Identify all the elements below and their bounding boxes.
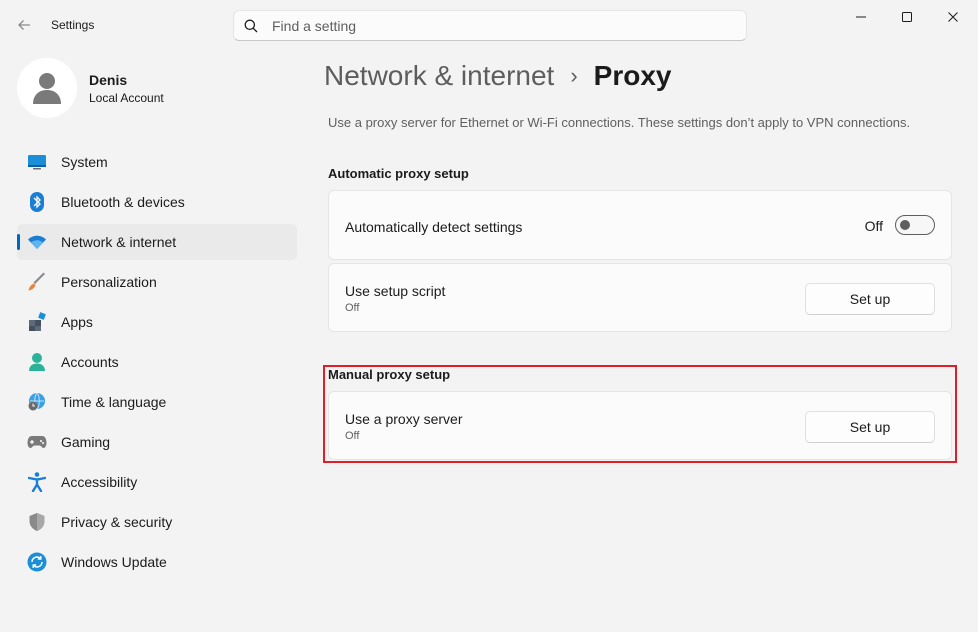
sidebar-item-network[interactable]: Network & internet: [17, 224, 297, 260]
close-button[interactable]: [930, 0, 976, 34]
sidebar-item-bluetooth[interactable]: Bluetooth & devices: [17, 184, 297, 220]
sidebar-item-system[interactable]: System: [17, 144, 297, 180]
auto-detect-title: Automatically detect settings: [345, 219, 523, 235]
brush-icon: [27, 272, 47, 292]
sidebar-item-label: Windows Update: [61, 554, 167, 570]
sidebar-item-label: Time & language: [61, 394, 167, 410]
page-description: Use a proxy server for Ethernet or Wi-Fi…: [328, 115, 911, 130]
profile-account-type: Local Account: [89, 90, 164, 105]
auto-detect-toggle[interactable]: [895, 215, 935, 235]
setup-script-set-up-button[interactable]: Set up: [805, 283, 935, 315]
sidebar-item-label: Apps: [61, 314, 93, 330]
user-avatar-icon: [33, 73, 61, 104]
sidebar-item-apps[interactable]: Apps: [17, 304, 297, 340]
sidebar-item-label: Accounts: [61, 354, 119, 370]
auto-detect-settings-card: Automatically detect settings Off: [328, 190, 952, 260]
sidebar-item-gaming[interactable]: Gaming: [17, 424, 297, 460]
setup-script-title: Use setup script: [345, 283, 446, 299]
search-box[interactable]: [233, 10, 747, 41]
sidebar-item-label: Privacy & security: [61, 514, 173, 530]
sidebar-item-label: Gaming: [61, 434, 111, 450]
search-input[interactable]: [272, 17, 712, 34]
breadcrumb-parent-link[interactable]: Network & internet: [324, 60, 554, 92]
close-icon: [948, 12, 958, 22]
sidebar-item-windows-update[interactable]: Windows Update: [17, 544, 297, 580]
gamepad-icon: [27, 432, 47, 452]
sidebar-nav: System Bluetooth & devices Network & int…: [17, 144, 297, 584]
sidebar-item-accounts[interactable]: Accounts: [17, 344, 297, 380]
profile-name: Denis: [89, 71, 128, 88]
avatar: [17, 58, 77, 118]
toggle-knob: [900, 220, 910, 230]
accessibility-icon: [27, 472, 47, 492]
app-title: Settings: [51, 18, 95, 32]
setup-script-card: Use setup script Off Set up: [328, 263, 952, 332]
back-button[interactable]: [8, 10, 40, 40]
system-icon: [27, 152, 47, 172]
highlight-annotation-box: [323, 365, 957, 463]
minimize-icon: [856, 16, 866, 18]
sidebar-item-label: Network & internet: [61, 234, 177, 250]
setup-script-status: Off: [345, 302, 360, 314]
bluetooth-icon: [27, 192, 47, 212]
title-bar: Settings: [0, 0, 978, 48]
automatic-proxy-section-title: Automatic proxy setup: [328, 166, 469, 181]
shield-icon: [27, 512, 47, 532]
breadcrumb: Network & internet › Proxy: [324, 60, 671, 92]
sidebar-item-label: Personalization: [61, 274, 157, 290]
accounts-icon: [27, 352, 47, 372]
sidebar-item-personalization[interactable]: Personalization: [17, 264, 297, 300]
auto-detect-state-label: Off: [864, 218, 883, 234]
sidebar-item-privacy-security[interactable]: Privacy & security: [17, 504, 297, 540]
back-arrow-icon: [18, 20, 30, 30]
wifi-icon: [27, 232, 47, 252]
update-icon: [27, 552, 47, 572]
page-title: Proxy: [593, 60, 672, 91]
sidebar-item-label: Bluetooth & devices: [61, 194, 185, 210]
search-icon: [244, 19, 258, 32]
apps-icon: [27, 312, 47, 332]
maximize-button[interactable]: [884, 0, 930, 34]
breadcrumb-separator: ›: [570, 63, 578, 88]
sidebar-item-label: System: [61, 154, 108, 170]
minimize-button[interactable]: [838, 0, 884, 34]
user-profile[interactable]: Denis Local Account: [17, 58, 164, 118]
maximize-icon: [902, 12, 912, 22]
sidebar-item-label: Accessibility: [61, 474, 138, 490]
sidebar-item-accessibility[interactable]: Accessibility: [17, 464, 297, 500]
sidebar-item-time-language[interactable]: Time & language: [17, 384, 297, 420]
globe-clock-icon: [27, 392, 47, 412]
